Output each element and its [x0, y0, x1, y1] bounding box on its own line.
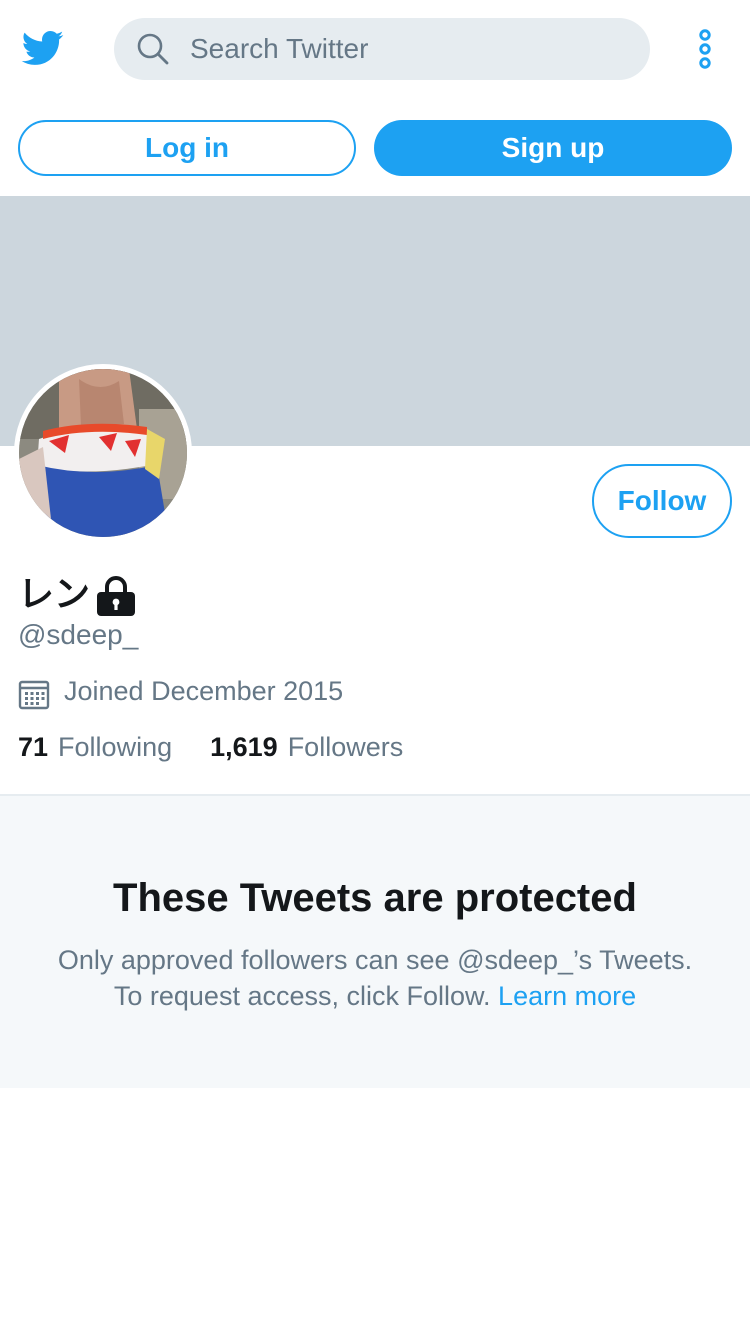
search-box[interactable]: Search Twitter: [114, 18, 650, 80]
display-name: レン: [18, 573, 91, 614]
following-label: Following: [58, 731, 173, 762]
profile-stats: 71 Following 1,619 Followers: [18, 728, 403, 766]
login-button[interactable]: Log in: [18, 120, 356, 176]
following-count: 71: [18, 731, 49, 762]
search-icon: [136, 32, 170, 66]
search-input[interactable]: Search Twitter: [190, 32, 368, 66]
more-vertical-icon[interactable]: [690, 28, 720, 70]
learn-more-link[interactable]: Learn more: [498, 981, 636, 1011]
twitter-bird-icon[interactable]: [18, 26, 66, 70]
protected-message-line2-row: To request access, click Follow. Learn m…: [0, 978, 750, 1014]
lock-icon: [96, 575, 136, 617]
following-stat[interactable]: 71 Following: [18, 732, 172, 763]
signup-button[interactable]: Sign up: [374, 120, 732, 176]
joined-date: Joined December 2015: [18, 672, 343, 710]
calendar-icon: [18, 678, 52, 712]
joined-text: Joined December 2015: [64, 676, 344, 706]
followers-count: 1,619: [210, 731, 278, 762]
protected-message: Only approved followers can see @sdeep_’…: [0, 942, 750, 1014]
followers-stat[interactable]: 1,619 Followers: [210, 732, 403, 763]
followers-label: Followers: [287, 731, 404, 762]
auth-buttons: Log in Sign up: [0, 120, 750, 176]
protected-title: These Tweets are protected: [113, 876, 637, 920]
profile-handle: @sdeep_: [18, 619, 139, 650]
top-bar: Search Twitter: [0, 0, 750, 98]
protected-tweets-notice: These Tweets are protected Only approved…: [0, 794, 750, 1088]
protected-message-line1: Only approved followers can see @sdeep_’…: [57, 945, 693, 975]
protected-message-line2: To request access, click Follow.: [113, 981, 491, 1011]
avatar[interactable]: [14, 364, 192, 542]
profile-name-row: レン: [18, 570, 136, 618]
follow-button[interactable]: Follow: [592, 464, 732, 538]
